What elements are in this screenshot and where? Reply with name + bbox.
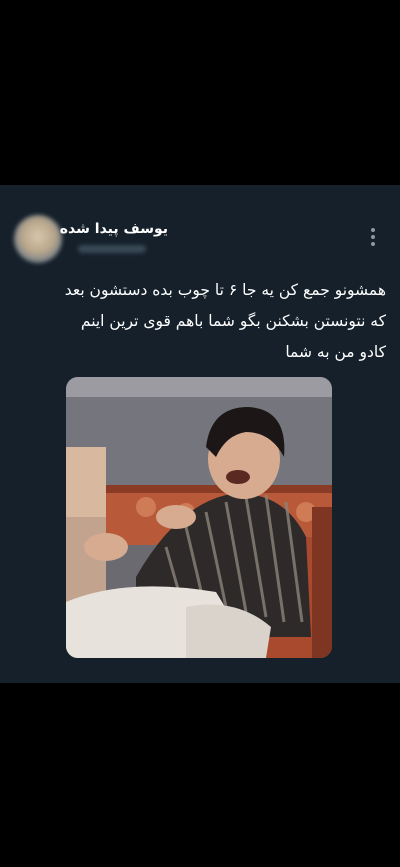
media-photo-illustration bbox=[66, 377, 332, 658]
tweet-text-line: همشونو جمع کن یه جا ۶ تا چوب بده دستشون … bbox=[64, 281, 386, 299]
author-display-name[interactable]: یوسف پیدا شده bbox=[60, 221, 168, 237]
tweet-text-line: که نتونستن بشکنن بگو شما باهم قوی ترین ا… bbox=[80, 312, 386, 330]
tweet-media-photo[interactable] bbox=[66, 377, 332, 658]
tweet-header: یوسف پیدا شده bbox=[0, 215, 400, 263]
author-handle-blurred bbox=[78, 245, 146, 253]
tweet-text-line: کادو من به شما bbox=[285, 343, 386, 361]
tweet-card[interactable]: یوسف پیدا شده همشونو جمع کن یه جا ۶ تا چ… bbox=[0, 185, 400, 683]
screen: یوسف پیدا شده همشونو جمع کن یه جا ۶ تا چ… bbox=[0, 0, 400, 867]
author-avatar[interactable] bbox=[14, 215, 62, 263]
tweet-text: همشونو جمع کن یه جا ۶ تا چوب بده دستشون … bbox=[16, 275, 386, 368]
more-vertical-icon[interactable] bbox=[362, 219, 384, 255]
